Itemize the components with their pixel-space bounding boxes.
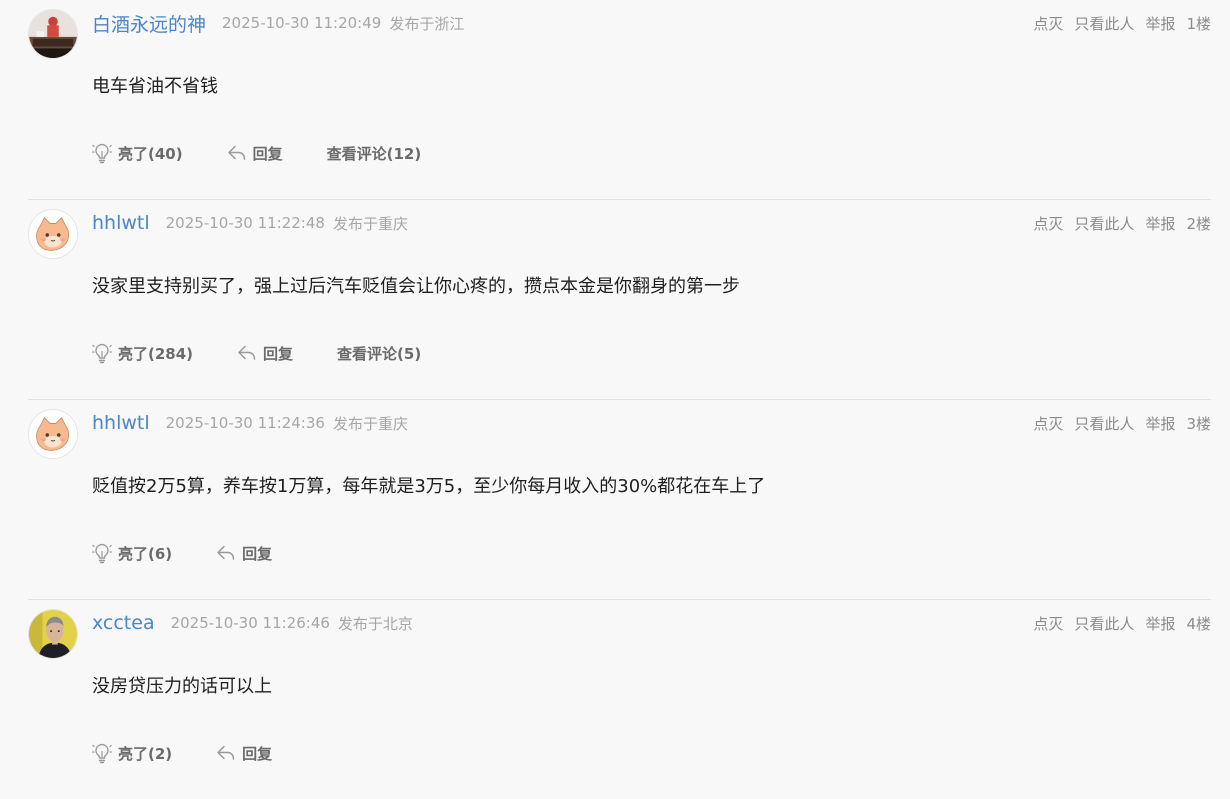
reply-arrow-icon [217,745,235,760]
reply-toolbar: 亮了(2) 回复 [92,742,272,764]
reply-toolbar: 亮了(40) 回复 查看评论(12) [92,142,421,164]
username-link[interactable]: 白酒永远的神 [92,10,206,37]
floor-number: 4楼 [1186,614,1211,633]
report-button[interactable]: 举报 [1145,613,1175,634]
reply-label: 回复 [263,344,294,363]
lightbulb-icon [92,143,112,164]
lightbulb-icon [92,543,112,564]
report-button[interactable]: 举报 [1145,413,1175,434]
lightbulb-icon [92,743,112,764]
only-this-user-button[interactable]: 只看此人 [1074,213,1134,234]
view-comments-button[interactable]: 查看评论(5) [337,343,421,364]
dislike-button[interactable]: 点灭 [1033,213,1063,234]
reply-content: 电车省油不省钱 [92,76,218,97]
reply-item: xcctea 2025-10-30 11:26:46 发布于北京 点灭 只看此人… [28,599,1211,799]
reply-arrow-icon [217,545,235,560]
like-count: 亮了(40) [118,144,183,163]
avatar[interactable] [28,209,78,259]
floor-number: 3楼 [1186,414,1211,433]
post-timestamp: 2025-10-30 11:20:49 [222,14,382,32]
reply-toolbar: 亮了(6) 回复 [92,542,272,564]
lightbulb-icon [92,343,112,364]
view-comments-label: 查看评论(5) [337,344,422,363]
reply-arrow-icon [227,145,245,160]
post-timestamp: 2025-10-30 11:22:48 [165,214,325,232]
post-actions: 点灭 只看此人 举报 1楼 [1022,11,1211,35]
floor-number: 1楼 [1186,14,1211,33]
post-location: 发布于重庆 [332,414,408,433]
only-this-user-button[interactable]: 只看此人 [1074,613,1134,634]
post-timestamp: 2025-10-30 11:24:36 [165,414,325,432]
reply-label: 回复 [252,144,283,163]
post-actions: 点灭 只看此人 举报 4楼 [1022,611,1211,635]
only-this-user-button[interactable]: 只看此人 [1074,13,1134,34]
view-comments-label: 查看评论(12) [326,144,422,163]
like-button[interactable]: 亮了(40) [92,142,183,164]
like-button[interactable]: 亮了(6) [92,542,172,564]
reply-content: 贬值按2万5算，养车按1万算，每年就是3万5，至少你每月收入的30%都花在车上了 [92,476,766,497]
like-count: 亮了(2) [118,744,173,763]
reply-item: hhlwtl 2025-10-30 11:22:48 发布于重庆 点灭 只看此人… [28,199,1211,399]
report-button[interactable]: 举报 [1145,13,1175,34]
avatar[interactable] [28,9,78,59]
reply-arrow-icon [238,345,256,360]
only-this-user-button[interactable]: 只看此人 [1074,413,1134,434]
reply-content: 没房贷压力的话可以上 [92,676,272,697]
post-location: 发布于重庆 [332,214,408,233]
reply-button[interactable]: 回复 [216,543,272,564]
avatar[interactable] [28,609,78,659]
reply-button[interactable]: 回复 [227,143,283,164]
reply-toolbar: 亮了(284) 回复 查看评论(5) [92,342,421,364]
dislike-button[interactable]: 点灭 [1033,13,1063,34]
reply-label: 回复 [242,544,273,563]
reply-content: 没家里支持别买了，强上过后汽车贬值会让你心疼的，攒点本金是你翻身的第一步 [92,276,740,297]
like-button[interactable]: 亮了(2) [92,742,172,764]
floor-number: 2楼 [1186,214,1211,233]
reply-item: 白酒永远的神 2025-10-30 11:20:49 发布于浙江 点灭 只看此人… [28,0,1211,199]
post-location: 发布于浙江 [389,14,465,33]
reply-button[interactable]: 回复 [237,343,293,364]
dislike-button[interactable]: 点灭 [1033,613,1063,634]
like-count: 亮了(6) [118,544,173,563]
post-location: 发布于北京 [337,614,413,633]
avatar[interactable] [28,409,78,459]
report-button[interactable]: 举报 [1145,213,1175,234]
reply-item: hhlwtl 2025-10-30 11:24:36 发布于重庆 点灭 只看此人… [28,399,1211,599]
like-button[interactable]: 亮了(284) [92,342,193,364]
post-actions: 点灭 只看此人 举报 3楼 [1022,411,1211,435]
reply-list: 白酒永远的神 2025-10-30 11:20:49 发布于浙江 点灭 只看此人… [0,0,1230,799]
like-count: 亮了(284) [118,344,194,363]
reply-button[interactable]: 回复 [216,743,272,764]
username-link[interactable]: hhlwtl [92,412,150,434]
post-actions: 点灭 只看此人 举报 2楼 [1022,211,1211,235]
view-comments-button[interactable]: 查看评论(12) [327,143,422,164]
reply-label: 回复 [242,744,273,763]
dislike-button[interactable]: 点灭 [1033,413,1063,434]
username-link[interactable]: hhlwtl [92,212,150,234]
post-timestamp: 2025-10-30 11:26:46 [170,614,330,632]
username-link[interactable]: xcctea [92,612,155,634]
